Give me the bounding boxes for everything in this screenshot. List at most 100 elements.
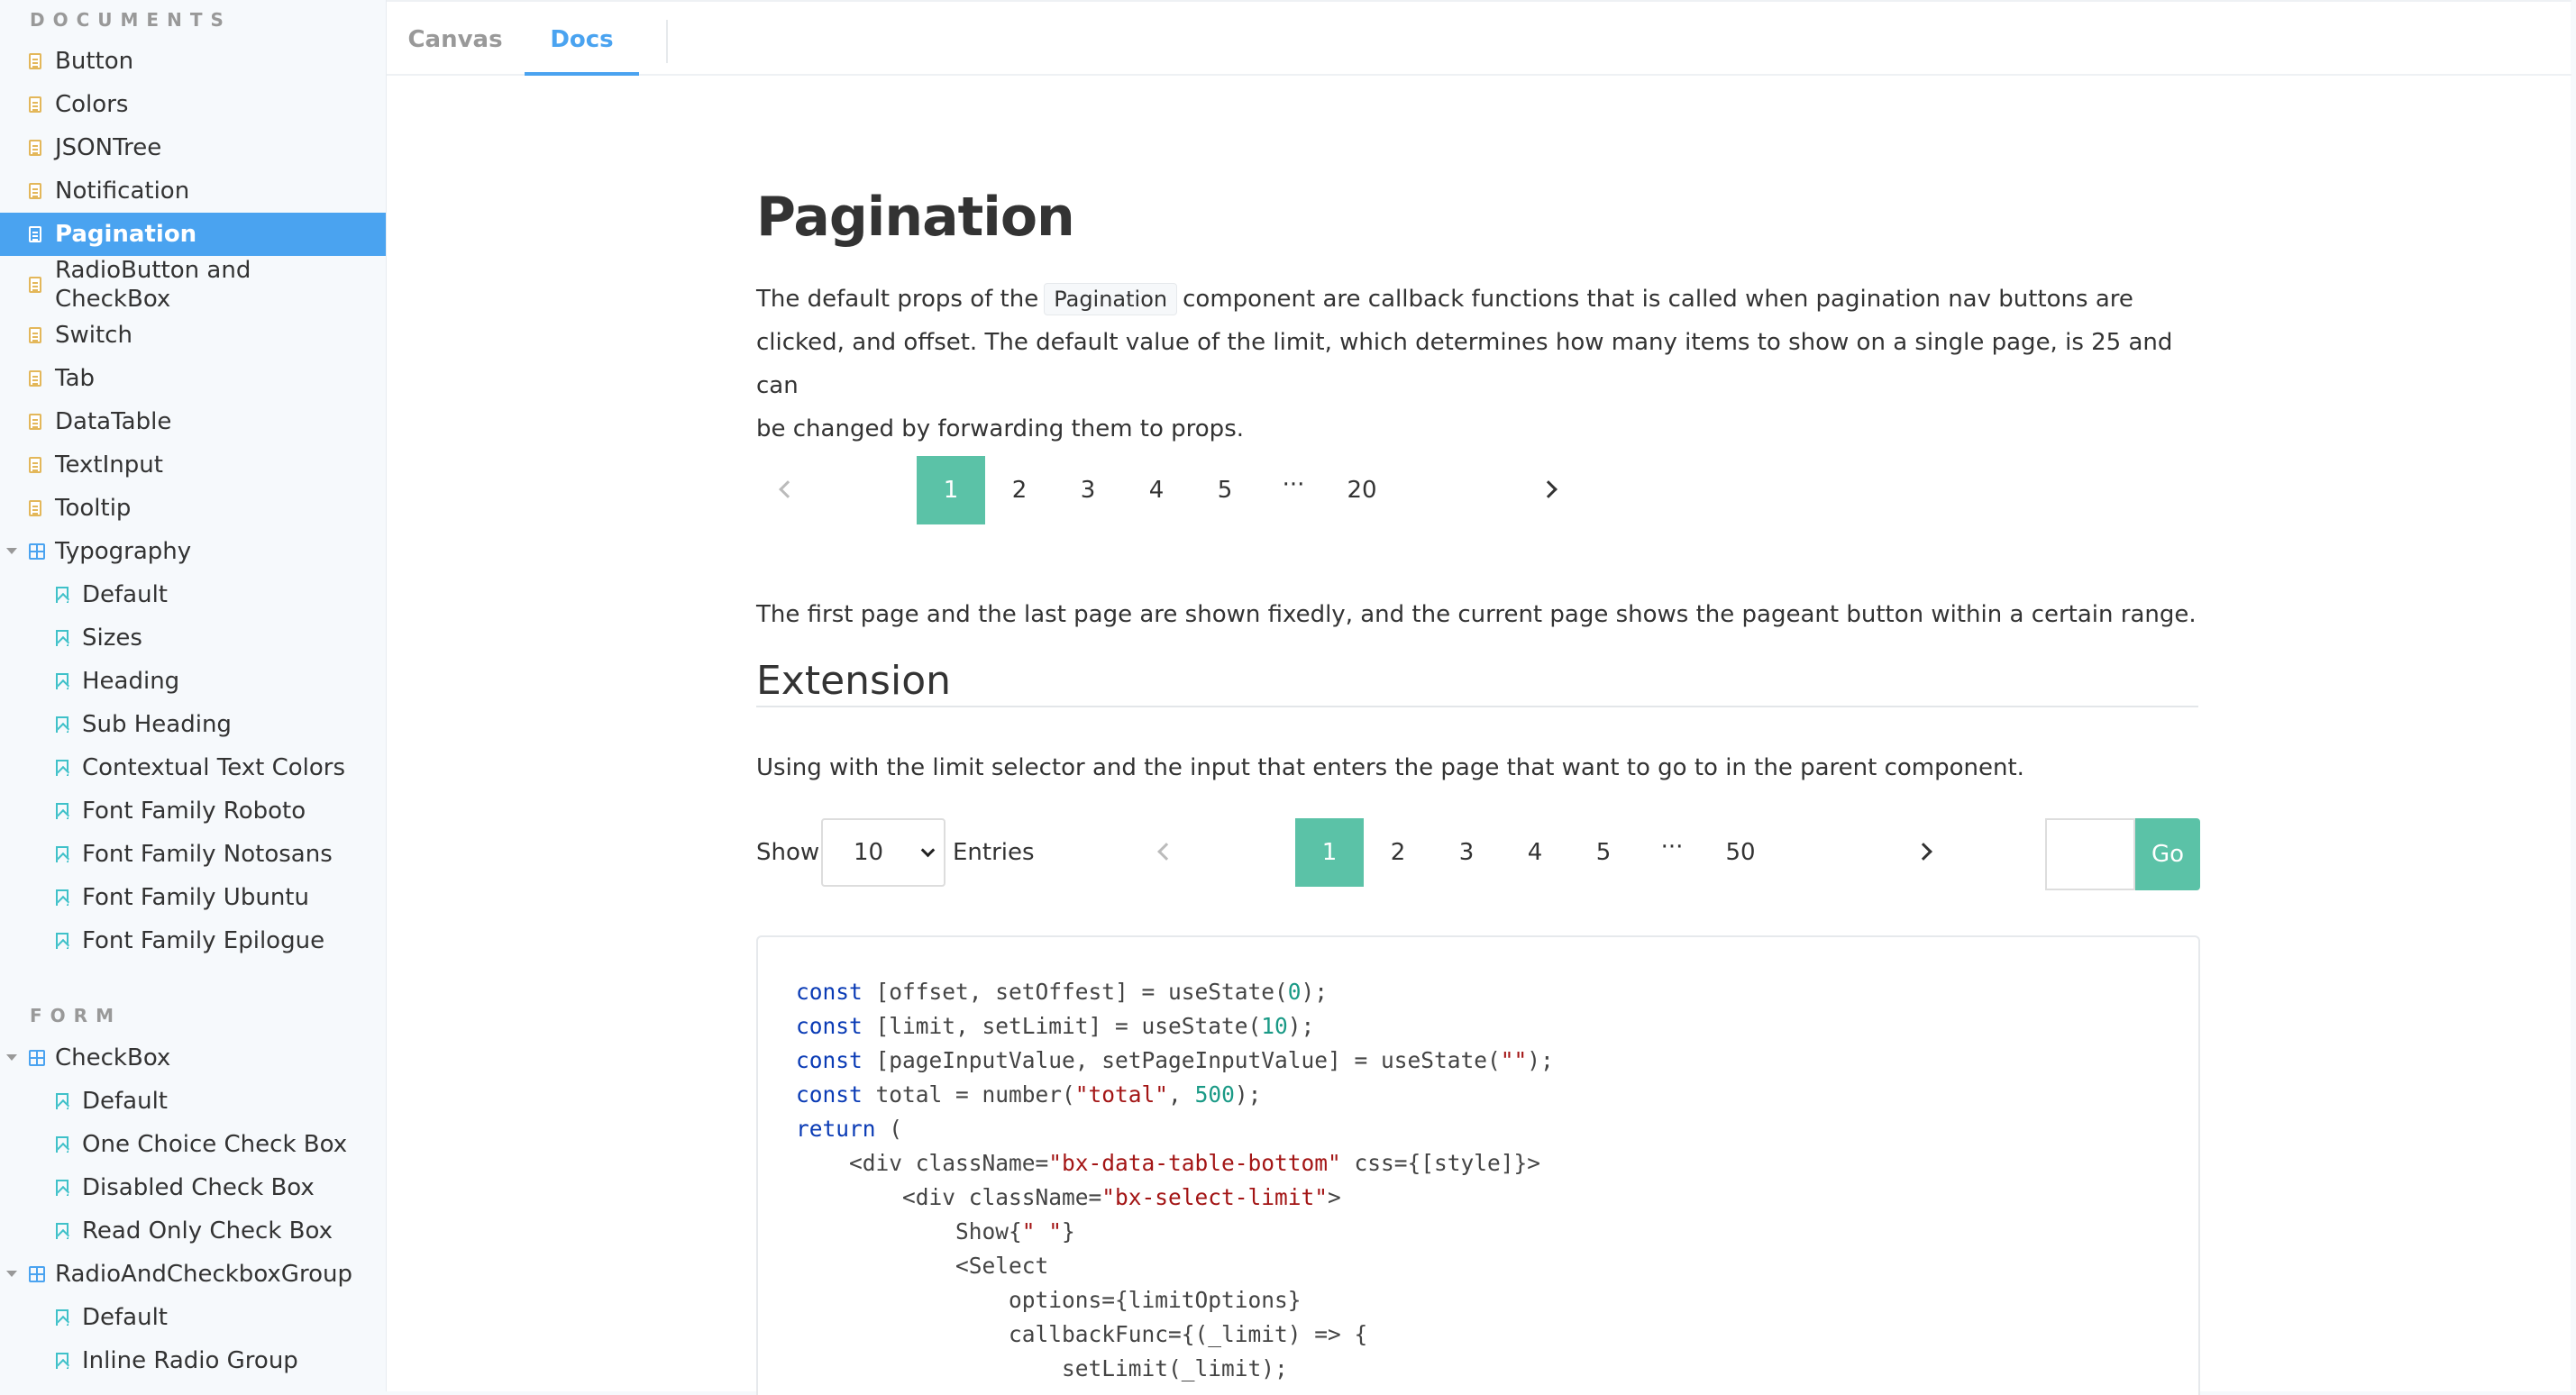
sidebar-item-radiobutton-checkbox[interactable]: RadioButton and CheckBox <box>0 256 386 314</box>
sidebar: DOCUMENTS Button Colors JSONTree Notific… <box>0 0 386 1395</box>
sidebar-item-typography-notosans[interactable]: Font Family Notosans <box>0 833 386 876</box>
page-input[interactable] <box>2045 818 2135 890</box>
prev-page-icon[interactable] <box>779 480 797 498</box>
sidebar-item-typography-ubuntu[interactable]: Font Family Ubuntu <box>0 876 386 919</box>
code-block: const [offset, setOffest] = useState(0);… <box>756 935 2200 1395</box>
sidebar-item-label: Contextual Text Colors <box>82 754 346 781</box>
sidebar-item-label: Font Family Roboto <box>82 798 306 825</box>
sidebar-group-label: Typography <box>55 538 192 565</box>
sidebar-item-button[interactable]: Button <box>0 40 386 83</box>
sidebar-item-typography-subheading[interactable]: Sub Heading <box>0 703 386 746</box>
bookmark-icon <box>56 1180 69 1196</box>
sidebar-item-checkbox-default[interactable]: Default <box>0 1080 386 1123</box>
bookmark-icon <box>56 587 69 603</box>
tab-canvas[interactable]: Canvas <box>387 4 524 76</box>
page-button[interactable]: 2 <box>985 456 1054 524</box>
document-icon <box>29 414 41 430</box>
bookmark-icon <box>56 889 69 906</box>
sidebar-item-datatable[interactable]: DataTable <box>0 400 386 443</box>
chevron-down-icon <box>920 843 936 858</box>
tab-bar: Canvas Docs <box>387 0 2571 76</box>
sidebar-group-label: RadioAndCheckboxGroup <box>55 1261 352 1288</box>
sidebar-item-notification[interactable]: Notification <box>0 169 386 213</box>
bookmark-icon <box>56 1309 69 1326</box>
pagination-extension: 1 2 3 4 5 ··· 50 <box>1135 818 1946 887</box>
bookmark-icon <box>56 1353 69 1369</box>
code-line: <div className="bx-select-limit"> <box>796 1184 1341 1210</box>
code-line: callbackFunc={(_limit) => { <box>796 1321 1368 1347</box>
limit-select-value: 10 <box>854 839 884 866</box>
sidebar-item-checkbox-readonly[interactable]: Read Only Check Box <box>0 1209 386 1253</box>
sidebar-item-label: One Choice Check Box <box>82 1131 348 1158</box>
pagination-demo: 1 2 3 4 5 ··· 20 <box>756 456 1567 524</box>
ellipsis: ··· <box>1660 834 1684 861</box>
sidebar-item-colors[interactable]: Colors <box>0 83 386 126</box>
form-section-title: FORM <box>30 1005 122 1026</box>
sidebar-item-jsontree[interactable]: JSONTree <box>0 126 386 169</box>
component-icon <box>29 1050 45 1066</box>
page-button[interactable]: 3 <box>1432 818 1501 887</box>
sidebar-item-switch[interactable]: Switch <box>0 314 386 357</box>
document-icon <box>29 500 41 516</box>
tab-docs[interactable]: Docs <box>525 4 639 76</box>
next-page-icon[interactable] <box>1539 480 1557 498</box>
sidebar-item-checkbox-one-choice[interactable]: One Choice Check Box <box>0 1123 386 1166</box>
sidebar-group-typography[interactable]: Typography <box>0 530 386 573</box>
sidebar-item-typography-heading[interactable]: Heading <box>0 660 386 703</box>
document-icon <box>29 277 41 293</box>
sidebar-item-label: Read Only Check Box <box>82 1217 333 1245</box>
bookmark-icon <box>56 1093 69 1109</box>
extension-heading: Extension <box>756 658 2198 707</box>
sidebar-item-checkbox-disabled[interactable]: Disabled Check Box <box>0 1166 386 1209</box>
document-icon <box>29 183 41 199</box>
page-button[interactable]: 5 <box>1569 818 1638 887</box>
sidebar-item-typography-roboto[interactable]: Font Family Roboto <box>0 789 386 833</box>
sidebar-group-checkbox[interactable]: CheckBox <box>0 1036 386 1080</box>
sidebar-item-typography-sizes[interactable]: Sizes <box>0 616 386 660</box>
page-button[interactable]: 4 <box>1501 818 1569 887</box>
sidebar-item-label: Heading <box>82 668 180 695</box>
limit-select[interactable]: 10 <box>821 818 945 887</box>
tab-divider <box>666 20 668 63</box>
sidebar-item-pagination[interactable]: Pagination <box>0 213 386 256</box>
sidebar-item-label: TextInput <box>55 451 163 479</box>
sidebar-item-typography-epilogue[interactable]: Font Family Epilogue <box>0 919 386 962</box>
bookmark-icon <box>56 1223 69 1239</box>
document-icon <box>29 457 41 473</box>
sidebar-group-radiogroup[interactable]: RadioAndCheckboxGroup <box>0 1253 386 1296</box>
code-line: Show{" "} <box>796 1218 1075 1245</box>
caret-down-icon[interactable] <box>6 1054 17 1061</box>
caret-down-icon[interactable] <box>6 1271 17 1277</box>
sidebar-item-radiogroup-inline[interactable]: Inline Radio Group <box>0 1339 386 1382</box>
page-button[interactable]: 1 <box>917 456 985 524</box>
document-icon <box>29 96 41 113</box>
page-button[interactable]: 2 <box>1364 818 1432 887</box>
code-line: const [pageInputValue, setPageInputValue… <box>796 1047 1554 1073</box>
page-button[interactable]: 50 <box>1706 818 1775 887</box>
prev-page-icon[interactable] <box>1157 843 1175 861</box>
sidebar-item-typography-contextual[interactable]: Contextual Text Colors <box>0 746 386 789</box>
sidebar-group-label: CheckBox <box>55 1044 171 1071</box>
sidebar-item-typography-default[interactable]: Default <box>0 573 386 616</box>
page-button[interactable]: 3 <box>1054 456 1122 524</box>
caret-down-icon[interactable] <box>6 548 17 554</box>
entries-label: Entries <box>953 839 1035 866</box>
bookmark-icon <box>56 630 69 646</box>
page-button[interactable]: 20 <box>1328 456 1396 524</box>
sidebar-item-label: Font Family Ubuntu <box>82 884 309 911</box>
document-icon <box>29 226 41 242</box>
sidebar-item-tab[interactable]: Tab <box>0 357 386 400</box>
page-button[interactable]: 4 <box>1122 456 1191 524</box>
page-button[interactable]: 5 <box>1191 456 1259 524</box>
sidebar-item-radiogroup-default[interactable]: Default <box>0 1296 386 1339</box>
sidebar-item-tooltip[interactable]: Tooltip <box>0 487 386 530</box>
page-button[interactable]: 1 <box>1295 818 1364 887</box>
go-button[interactable]: Go <box>2135 818 2200 890</box>
next-page-icon[interactable] <box>1914 843 1932 861</box>
component-icon <box>29 543 45 560</box>
sidebar-item-textinput[interactable]: TextInput <box>0 443 386 487</box>
sidebar-item-label: Notification <box>55 178 190 205</box>
code-line: <Select <box>796 1253 1049 1279</box>
document-icon <box>29 370 41 387</box>
